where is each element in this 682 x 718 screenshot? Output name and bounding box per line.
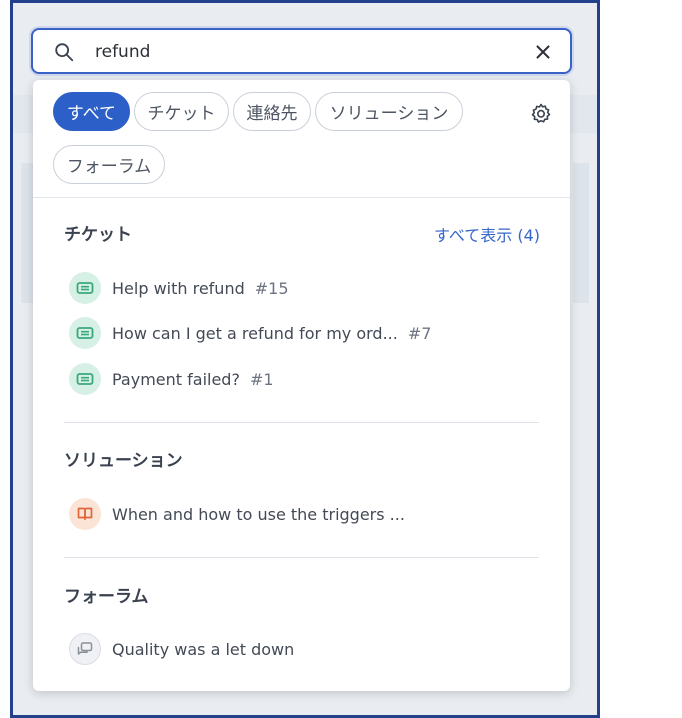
section-title-solutions: ソリューション (64, 451, 183, 471)
ticket-number: #7 (407, 323, 432, 343)
search-input[interactable] (95, 39, 515, 65)
gear-icon[interactable] (529, 102, 553, 126)
ticket-title: Payment failed? (112, 369, 240, 389)
ticket-number: #15 (254, 278, 289, 298)
divider (64, 422, 539, 423)
ticket-icon (69, 363, 101, 395)
search-icon (55, 43, 74, 62)
solution-title: When and how to use the triggers ... (112, 504, 405, 524)
background-panel (573, 163, 589, 303)
filter-chip-all[interactable]: すべて (53, 92, 130, 131)
chat-icon (69, 633, 101, 665)
ticket-result-item[interactable]: Payment failed? #1 (69, 362, 529, 396)
divider (33, 197, 570, 198)
search-results-dropdown: すべて チケット 連絡先 ソリューション フォーラム チケット すべて表示 (4… (33, 80, 570, 691)
filter-chip-contacts[interactable]: 連絡先 (233, 92, 311, 131)
search-box[interactable] (31, 28, 572, 74)
show-all-tickets-link[interactable]: すべて表示 (4) (434, 222, 540, 246)
divider (64, 557, 539, 558)
filter-chip-tickets[interactable]: チケット (134, 92, 229, 131)
ticket-title: How can I get a refund for my ord... (112, 323, 398, 343)
solution-result-item[interactable]: When and how to use the triggers ... (69, 497, 529, 531)
ticket-icon (69, 317, 101, 349)
ticket-title: Help with refund (112, 278, 245, 298)
forum-title: Quality was a let down (112, 639, 295, 659)
book-icon (69, 498, 101, 530)
ticket-result-item[interactable]: How can I get a refund for my ord... #7 (69, 316, 529, 350)
section-title-tickets: チケット (64, 225, 132, 245)
forum-result-item[interactable]: Quality was a let down (69, 632, 529, 666)
filter-chip-forums[interactable]: フォーラム (53, 145, 165, 184)
filter-chip-solutions[interactable]: ソリューション (315, 92, 463, 131)
ticket-result-item[interactable]: Help with refund #15 (69, 271, 529, 305)
ticket-icon (69, 272, 101, 304)
ticket-number: #1 (249, 369, 274, 389)
close-icon[interactable] (532, 41, 554, 63)
section-title-forums: フォーラム (64, 587, 149, 607)
